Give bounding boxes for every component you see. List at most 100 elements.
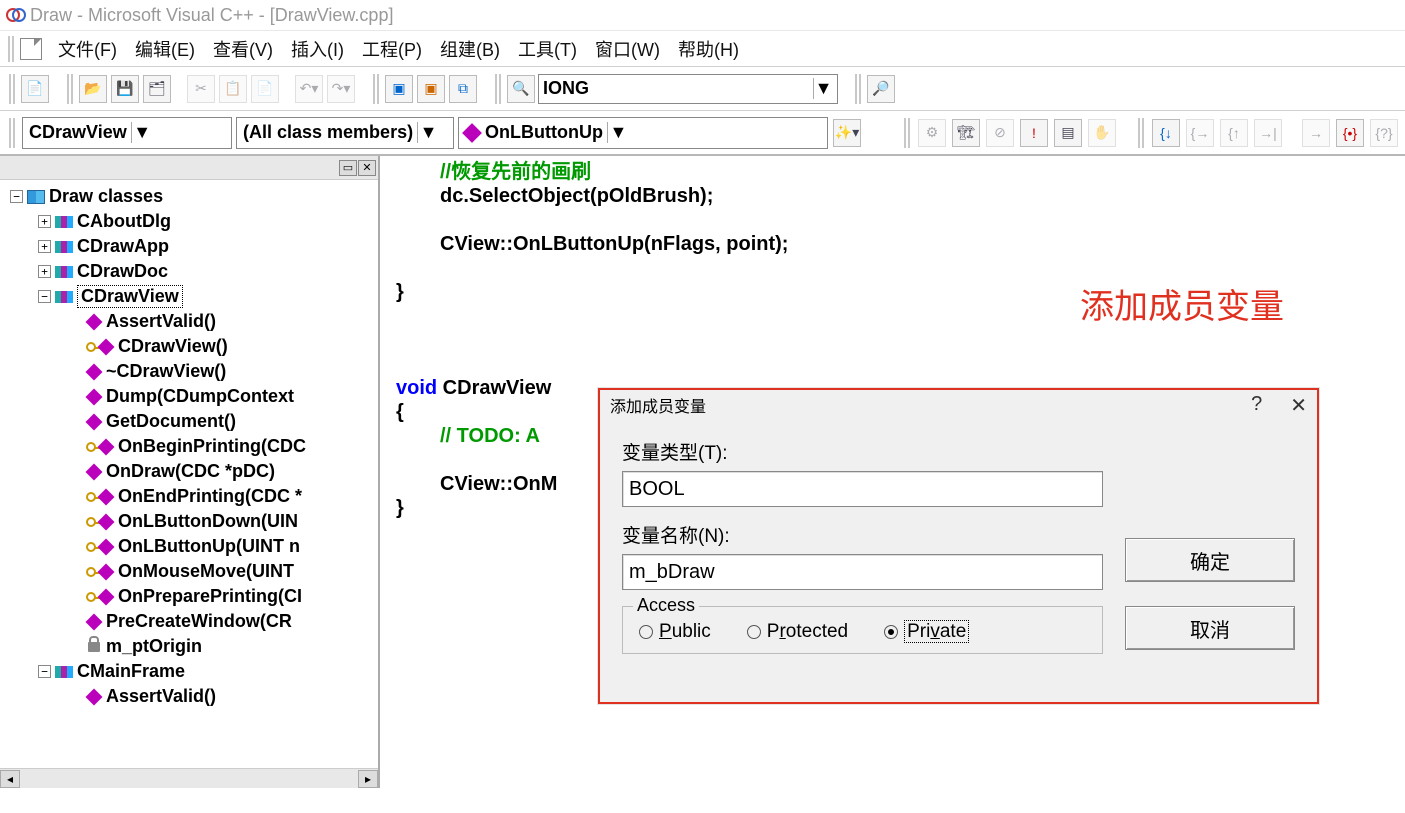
find-in-files-button[interactable]: 🔍: [507, 75, 535, 103]
stop-build-button[interactable]: ⊘: [986, 119, 1014, 147]
add-member-variable-dialog: 添加成员变量 ? ✕ 变量类型(T): 变量名称(N): Access Publ…: [598, 388, 1319, 704]
member-label: CDrawView(): [118, 336, 228, 357]
radio-protected[interactable]: Protected: [747, 621, 848, 643]
find-button[interactable]: 🔎: [867, 75, 895, 103]
dialog-titlebar[interactable]: 添加成员变量 ? ✕: [600, 390, 1317, 420]
tree-member[interactable]: AssertValid(): [2, 684, 376, 709]
insert-breakpoint-button[interactable]: {•}: [1336, 119, 1364, 147]
tree-class[interactable]: +CAboutDlg: [2, 209, 376, 234]
scroll-right-icon[interactable]: ▸: [358, 770, 378, 788]
var-name-input[interactable]: [622, 554, 1103, 590]
tree-member[interactable]: OnPreparePrinting(CI: [2, 584, 376, 609]
scroll-left-icon[interactable]: ◂: [0, 770, 20, 788]
chevron-down-icon[interactable]: ▼: [417, 122, 439, 143]
breakpoint-hand-icon[interactable]: ✋: [1088, 119, 1116, 147]
function-icon: [98, 338, 115, 355]
chevron-down-icon[interactable]: ▼: [131, 122, 153, 143]
menu-tools[interactable]: 工具(T): [510, 34, 585, 64]
tree-member[interactable]: OnLButtonDown(UIN: [2, 509, 376, 534]
new-text-button[interactable]: 📄: [21, 75, 49, 103]
filter-combo[interactable]: (All class members) ▼: [236, 117, 454, 149]
save-all-button[interactable]: 🗂: [143, 75, 171, 103]
output-button[interactable]: ▣: [417, 75, 445, 103]
menu-build[interactable]: 组建(B): [432, 34, 508, 64]
panel-close-button[interactable]: ✕: [358, 160, 376, 176]
collapse-icon[interactable]: −: [10, 190, 23, 203]
find-combo[interactable]: IONG ▼: [538, 74, 838, 104]
var-type-input[interactable]: [622, 471, 1103, 507]
paste-button[interactable]: 📄: [251, 75, 279, 103]
protected-key-icon: [86, 542, 96, 552]
tree-member[interactable]: PreCreateWindow(CR: [2, 609, 376, 634]
cancel-button[interactable]: 取消: [1125, 606, 1295, 650]
run-to-cursor-button[interactable]: →|: [1254, 119, 1282, 147]
compile-button[interactable]: ⚙: [918, 119, 946, 147]
tree-member[interactable]: OnMouseMove(UINT: [2, 559, 376, 584]
window-list-button[interactable]: ⧉: [449, 75, 477, 103]
function-icon: [98, 538, 115, 555]
expand-icon[interactable]: +: [38, 265, 51, 278]
tree-member[interactable]: OnEndPrinting(CDC *: [2, 484, 376, 509]
menu-help[interactable]: 帮助(H): [670, 34, 747, 64]
step-into-button[interactable]: {↓: [1152, 119, 1180, 147]
close-button[interactable]: ✕: [1290, 393, 1307, 418]
quickwatch-button[interactable]: {?}: [1370, 119, 1398, 147]
member-label: GetDocument(): [106, 411, 236, 432]
tree-root[interactable]: − Draw classes: [2, 184, 376, 209]
collapse-icon[interactable]: −: [38, 665, 51, 678]
expand-icon[interactable]: +: [38, 215, 51, 228]
tree-member[interactable]: Dump(CDumpContext: [2, 384, 376, 409]
copy-button[interactable]: 📋: [219, 75, 247, 103]
execute-button[interactable]: !: [1020, 119, 1048, 147]
menu-file[interactable]: 文件(F): [50, 34, 125, 64]
class-tree[interactable]: − Draw classes +CAboutDlg +CDrawApp +CDr…: [0, 180, 378, 768]
tree-member[interactable]: OnLButtonUp(UINT n: [2, 534, 376, 559]
access-group: Access Public Protected Private: [622, 606, 1103, 654]
tree-member[interactable]: AssertValid(): [2, 309, 376, 334]
go-button[interactable]: ▤: [1054, 119, 1082, 147]
undo-button[interactable]: ↶▾: [295, 75, 323, 103]
menu-edit[interactable]: 编辑(E): [127, 34, 203, 64]
next-arrow-button[interactable]: →: [1302, 119, 1330, 147]
chevron-down-icon[interactable]: ▼: [813, 78, 833, 99]
tree-member[interactable]: OnDraw(CDC *pDC): [2, 459, 376, 484]
tree-hscrollbar[interactable]: ◂ ▸: [0, 768, 378, 788]
tree-member[interactable]: CDrawView(): [2, 334, 376, 359]
tree-member[interactable]: GetDocument(): [2, 409, 376, 434]
menu-window[interactable]: 窗口(W): [587, 34, 668, 64]
member-combo[interactable]: OnLButtonUp ▼: [458, 117, 828, 149]
tree-class[interactable]: +CDrawApp: [2, 234, 376, 259]
expand-icon[interactable]: +: [38, 240, 51, 253]
step-out-button[interactable]: {↑: [1220, 119, 1248, 147]
menu-project[interactable]: 工程(P): [354, 34, 430, 64]
tree-member[interactable]: OnBeginPrinting(CDC: [2, 434, 376, 459]
panel-pin-button[interactable]: ▭: [339, 160, 357, 176]
chevron-down-icon[interactable]: ▼: [607, 122, 629, 143]
redo-button[interactable]: ↷▾: [327, 75, 355, 103]
tree-class[interactable]: +CDrawDoc: [2, 259, 376, 284]
cut-button[interactable]: ✂: [187, 75, 215, 103]
code-line: dc.SelectObject(pOldBrush);: [440, 184, 1395, 208]
ok-button[interactable]: 确定: [1125, 538, 1295, 582]
grip-icon: [495, 74, 501, 104]
menu-bar: 文件(F) 编辑(E) 查看(V) 插入(I) 工程(P) 组建(B) 工具(T…: [0, 30, 1405, 66]
tree-class[interactable]: −CMainFrame: [2, 659, 376, 684]
step-over-button[interactable]: {→: [1186, 119, 1214, 147]
help-button[interactable]: ?: [1251, 393, 1262, 418]
tree-member[interactable]: ~CDrawView(): [2, 359, 376, 384]
save-button[interactable]: 💾: [111, 75, 139, 103]
menu-view[interactable]: 查看(V): [205, 34, 281, 64]
build-button[interactable]: 🏗: [952, 119, 980, 147]
tree-member[interactable]: m_ptOrigin: [2, 634, 376, 659]
menu-insert[interactable]: 插入(I): [283, 34, 352, 64]
function-icon: [86, 463, 103, 480]
tree-class-selected[interactable]: −CDrawView: [2, 284, 376, 309]
class-combo[interactable]: CDrawView ▼: [22, 117, 232, 149]
collapse-icon[interactable]: −: [38, 290, 51, 303]
open-button[interactable]: 📂: [79, 75, 107, 103]
radio-private[interactable]: Private: [884, 621, 969, 643]
radio-public[interactable]: Public: [639, 621, 711, 643]
wizard-action-button[interactable]: ✨▾: [833, 119, 861, 147]
workspace-button[interactable]: ▣: [385, 75, 413, 103]
class-view-panel: ▭ ✕ − Draw classes +CAboutDlg +CDrawApp …: [0, 156, 380, 788]
